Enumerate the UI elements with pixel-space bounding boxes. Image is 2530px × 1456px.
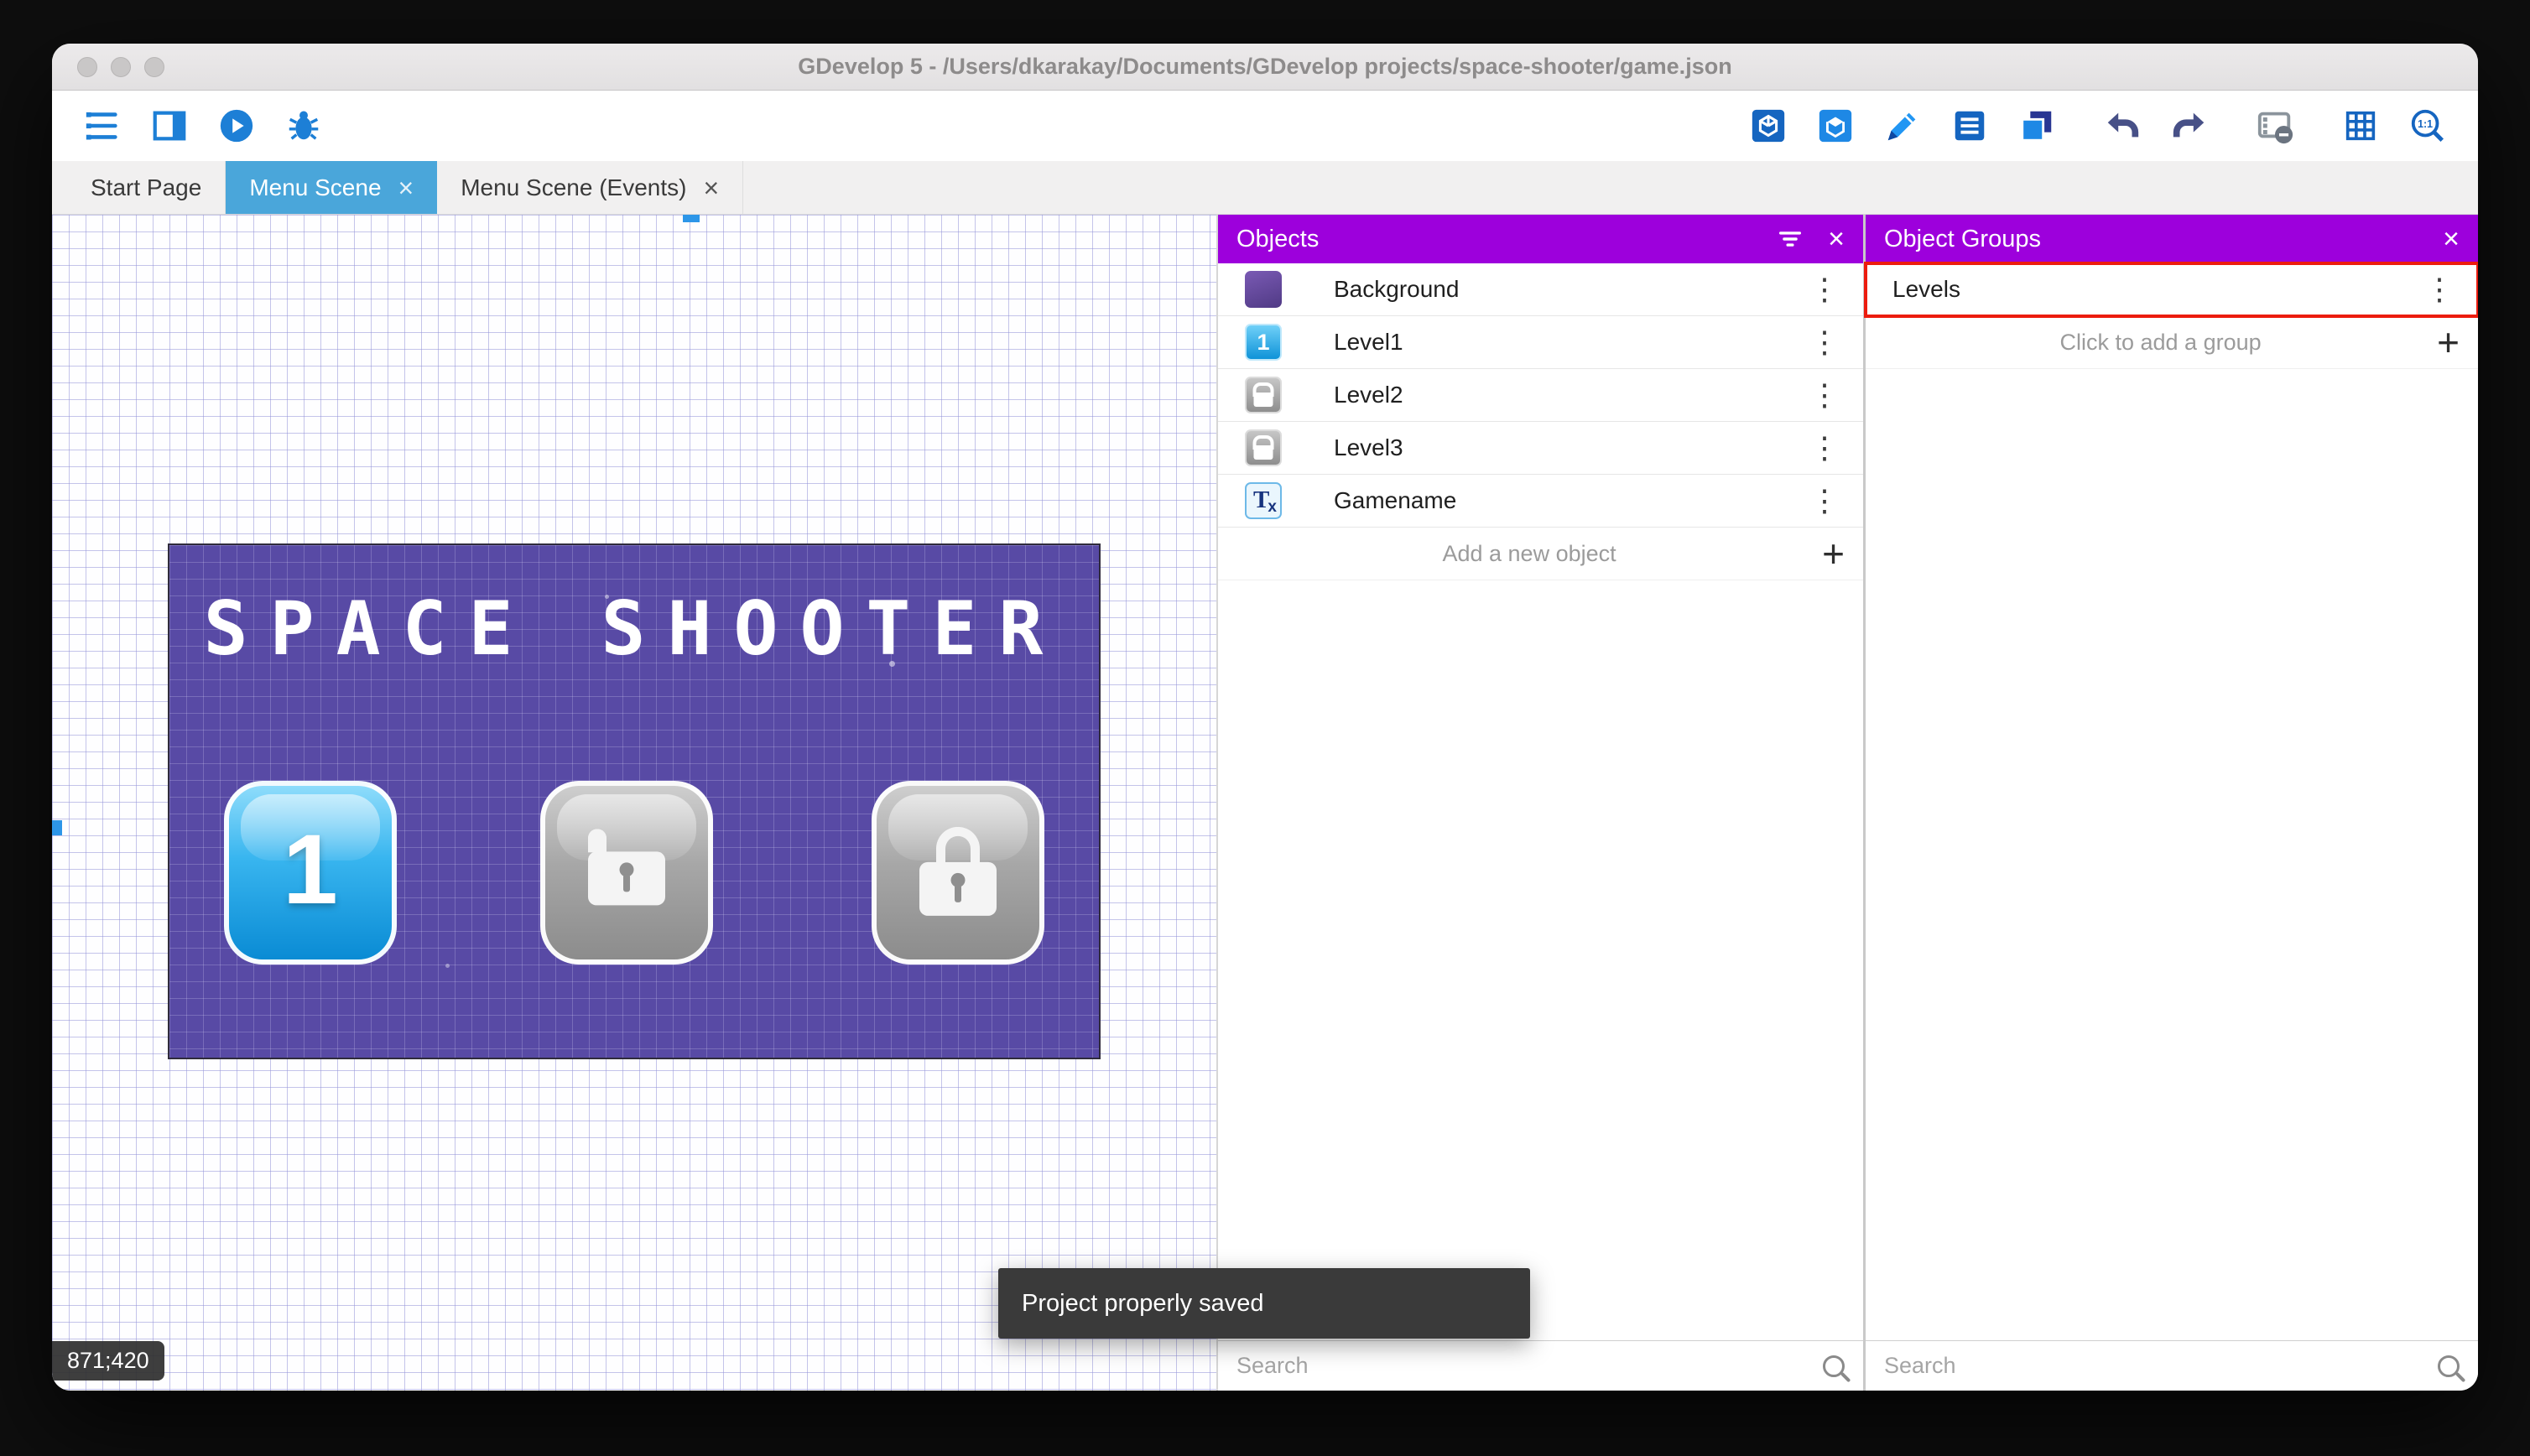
filter-icon[interactable]	[1776, 225, 1804, 253]
save-toast: Project properly saved	[998, 1268, 1530, 1339]
toast-message: Project properly saved	[1022, 1289, 1264, 1317]
edit-pencil-icon[interactable]	[1881, 104, 1924, 148]
scene-editor-icon[interactable]	[148, 104, 191, 148]
tab-menu-scene-label: Menu Scene	[249, 174, 382, 200]
tab-menu-scene[interactable]: Menu Scene ×	[226, 161, 438, 214]
toolbar-right-group: 1:1	[1747, 104, 2449, 148]
add-group-button[interactable]: Click to add a group +	[1866, 316, 2478, 369]
project-manager-icon[interactable]	[81, 104, 124, 148]
group-menu-icon[interactable]: ⋮	[2414, 272, 2465, 307]
cursor-coordinates-badge: 871;420	[52, 1341, 164, 1381]
instances-list-icon[interactable]	[1948, 104, 1991, 148]
object-menu-icon[interactable]: ⋮	[1799, 430, 1850, 465]
redo-icon[interactable]	[2168, 104, 2211, 148]
objects-search-input[interactable]	[1236, 1353, 1811, 1379]
tab-menu-scene-events-label: Menu Scene (Events)	[461, 174, 687, 200]
minimize-window-button[interactable]	[111, 56, 131, 77]
level1-object-icon: 1	[1245, 324, 1282, 361]
layers-icon[interactable]	[2015, 104, 2059, 148]
tab-start-page[interactable]: Start Page	[67, 161, 226, 214]
gdevelop-window: GDevelop 5 - /Users/dkarakay/Documents/G…	[52, 44, 2478, 1391]
tab-start-page-label: Start Page	[91, 174, 202, 200]
scene-canvas[interactable]: SPACE SHOOTER 1 871;420	[52, 215, 1218, 1391]
toolbar: 1:1	[52, 91, 2478, 161]
extensions-icon[interactable]	[1814, 104, 1857, 148]
content-area: SPACE SHOOTER 1 871;420 Objects × Backgr…	[52, 215, 2478, 1391]
level3-button-instance[interactable]	[872, 781, 1044, 965]
lock-icon	[919, 826, 997, 916]
plus-icon: +	[2437, 320, 2460, 364]
toolbar-left-group	[81, 104, 325, 148]
object-menu-icon[interactable]: ⋮	[1799, 272, 1850, 307]
zoom-one-to-one-icon[interactable]: 1:1	[2406, 104, 2449, 148]
scroll-marker-top	[683, 215, 700, 222]
object-row-background[interactable]: Background ⋮	[1218, 263, 1863, 316]
background-object-icon	[1245, 271, 1282, 308]
close-window-button[interactable]	[77, 56, 97, 77]
objects-search-row	[1218, 1340, 1863, 1391]
scene-background-instance[interactable]: SPACE SHOOTER 1	[168, 543, 1101, 1059]
groups-panel-header: Object Groups ×	[1866, 215, 2478, 263]
traffic-lights	[77, 56, 164, 77]
level2-button-instance[interactable]	[540, 781, 713, 965]
lock-icon	[588, 828, 665, 905]
tab-close-icon[interactable]: ×	[398, 174, 414, 201]
level2-object-icon	[1245, 377, 1282, 413]
plus-icon: +	[1822, 532, 1845, 575]
level1-number: 1	[283, 814, 338, 925]
object-row-gamename[interactable]: Tx Gamename ⋮	[1218, 475, 1863, 528]
zoom-window-button[interactable]	[144, 56, 164, 77]
level1-button-instance[interactable]: 1	[224, 781, 397, 965]
objects-panel-title: Objects	[1236, 225, 1320, 252]
object-menu-icon[interactable]: ⋮	[1799, 377, 1850, 413]
groups-panel-title: Object Groups	[1884, 225, 2041, 252]
tab-bar: Start Page Menu Scene × Menu Scene (Even…	[52, 161, 2478, 215]
object-menu-icon[interactable]: ⋮	[1799, 483, 1850, 518]
groups-search-row	[1866, 1340, 2478, 1391]
close-icon[interactable]: ×	[2443, 225, 2460, 253]
close-icon[interactable]: ×	[1828, 225, 1845, 253]
object-groups-panel: Object Groups × Levels ⋮ Click to add a …	[1864, 215, 2478, 1391]
object-row-level3[interactable]: Level3 ⋮	[1218, 422, 1863, 475]
search-icon	[2438, 1355, 2460, 1377]
stars-decoration	[169, 545, 172, 548]
grid-toggle-icon[interactable]	[2339, 104, 2382, 148]
level3-object-icon	[1245, 429, 1282, 466]
mask-toggle-icon[interactable]	[2253, 104, 2297, 148]
group-row-levels[interactable]: Levels ⋮	[1864, 262, 2478, 318]
undo-icon[interactable]	[2101, 104, 2144, 148]
tab-menu-scene-events[interactable]: Menu Scene (Events) ×	[437, 161, 744, 214]
object-menu-icon[interactable]: ⋮	[1799, 325, 1850, 360]
title-bar: GDevelop 5 - /Users/dkarakay/Documents/G…	[52, 44, 2478, 91]
debug-bug-icon[interactable]	[282, 104, 325, 148]
text-object-icon: Tx	[1245, 482, 1282, 519]
object-row-level1[interactable]: 1 Level1 ⋮	[1218, 316, 1863, 369]
scroll-marker-left	[52, 820, 62, 835]
search-icon	[1823, 1355, 1845, 1377]
groups-search-input[interactable]	[1884, 1353, 2426, 1379]
svg-text:1:1: 1:1	[2418, 118, 2433, 130]
objects-panel-header: Objects ×	[1218, 215, 1863, 263]
publish-icon[interactable]	[1747, 104, 1790, 148]
objects-panel: Objects × Background ⋮ 1 Level1 ⋮ Level2	[1218, 215, 1866, 1391]
preview-play-icon[interactable]	[215, 104, 258, 148]
scene-title-text[interactable]: SPACE SHOOTER	[169, 585, 1099, 672]
add-object-button[interactable]: Add a new object +	[1218, 528, 1863, 580]
window-title: GDevelop 5 - /Users/dkarakay/Documents/G…	[798, 54, 1732, 79]
tab-close-icon[interactable]: ×	[703, 174, 719, 201]
object-row-level2[interactable]: Level2 ⋮	[1218, 369, 1863, 422]
